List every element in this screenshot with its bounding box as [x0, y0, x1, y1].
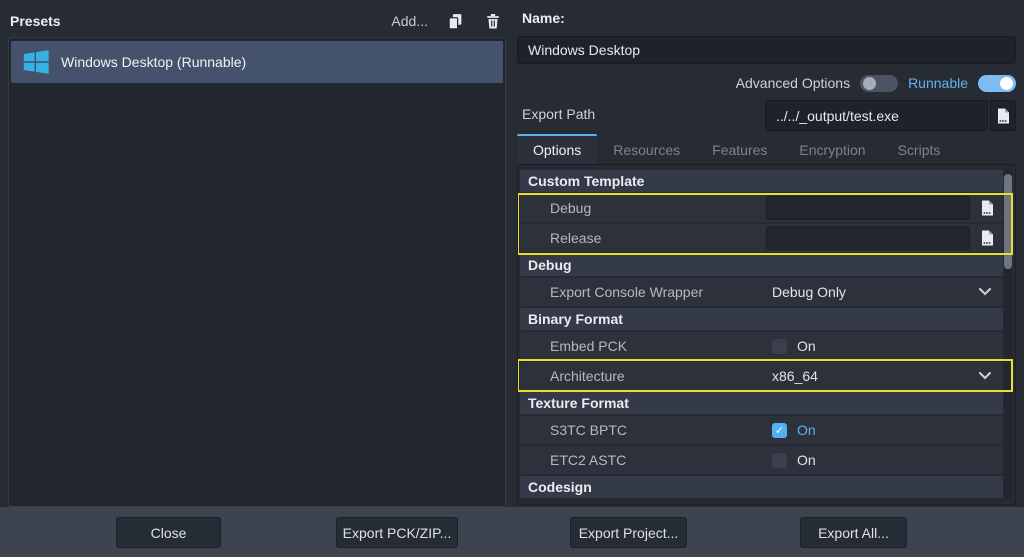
property-label: Release — [550, 230, 601, 246]
release-template-input[interactable] — [766, 226, 970, 250]
section-header-label: Texture Format — [528, 395, 629, 411]
delete-preset-button[interactable] — [482, 10, 504, 32]
tab-encryption[interactable]: Encryption — [783, 134, 881, 164]
section-header-label: Binary Format — [528, 311, 623, 327]
windows-logo-icon — [21, 47, 51, 77]
toggles-row: Advanced Options Runnable — [736, 70, 1016, 96]
section-header-debug: Debug — [520, 254, 1003, 276]
runnable-toggle[interactable] — [978, 75, 1016, 92]
section-header-custom-template: Custom Template — [520, 170, 1003, 192]
property-label: Debug — [550, 200, 591, 216]
export-path-browse-button[interactable] — [990, 100, 1016, 131]
property-row-release-template: Release — [520, 224, 1003, 252]
preset-detail-panel: Name: Advanced Options Runnable Export P… — [517, 0, 1016, 507]
preset-item-label: Windows Desktop (Runnable) — [61, 54, 246, 70]
dropdown-value: x86_64 — [772, 368, 818, 384]
export-path-label: Export Path — [522, 106, 595, 122]
export-pck-zip-button[interactable]: Export PCK/ZIP... — [336, 517, 458, 548]
property-label: Export Console Wrapper — [550, 284, 703, 300]
section-header-binary-format: Binary Format — [520, 308, 1003, 330]
presets-title: Presets — [10, 13, 61, 29]
toggle-knob — [863, 77, 876, 90]
export-dialog: Presets Add... — [0, 0, 1024, 557]
tab-resources[interactable]: Resources — [597, 134, 696, 164]
tab-bar: Options Resources Features Encryption Sc… — [517, 134, 1016, 164]
trash-icon — [485, 13, 501, 30]
dropdown-value: Debug Only — [772, 284, 846, 300]
export-path-row: Export Path — [517, 100, 1016, 131]
name-label: Name: — [522, 10, 565, 26]
advanced-options-label: Advanced Options — [736, 75, 850, 91]
property-row-debug-template: Debug — [520, 194, 1003, 222]
section-header-label: Codesign — [528, 479, 592, 495]
options-panel: Custom Template Debug — [517, 164, 1016, 505]
property-row-etc2-astc: ETC2 ASTC On — [520, 446, 1003, 474]
export-project-button[interactable]: Export Project... — [570, 517, 687, 548]
export-all-button[interactable]: Export All... — [800, 517, 907, 548]
name-input[interactable] — [517, 36, 1016, 64]
property-row-architecture[interactable]: Architecture x86_64 — [520, 362, 1003, 390]
toggle-knob — [1000, 77, 1013, 90]
property-row-s3tc-bptc: S3TC BPTC ✓ On — [520, 416, 1003, 444]
checkbox-value: On — [797, 422, 816, 438]
close-button[interactable]: Close — [116, 517, 221, 548]
property-label: ETC2 ASTC — [550, 452, 626, 468]
release-template-browse-button[interactable] — [973, 226, 1001, 250]
property-row-embed-pck: Embed PCK On — [520, 332, 1003, 360]
property-row-export-console-wrapper[interactable]: Export Console Wrapper Debug Only — [520, 278, 1003, 306]
options-list: Custom Template Debug — [520, 170, 1003, 498]
dialog-footer: Close Export PCK/ZIP... Export Project..… — [0, 507, 1024, 557]
checkbox-value: On — [797, 338, 816, 354]
file-icon — [980, 200, 994, 216]
property-label: S3TC BPTC — [550, 422, 627, 438]
export-path-input[interactable] — [765, 100, 988, 131]
duplicate-preset-button[interactable] — [444, 10, 466, 32]
section-header-label: Debug — [528, 257, 572, 273]
checkbox-value: On — [797, 452, 816, 468]
section-header-label: Custom Template — [528, 173, 644, 189]
debug-template-input[interactable] — [766, 196, 970, 220]
scrollbar-thumb[interactable] — [1004, 174, 1012, 269]
tab-options[interactable]: Options — [517, 134, 597, 164]
preset-item-windows-desktop[interactable]: Windows Desktop (Runnable) — [11, 41, 503, 83]
file-icon — [996, 108, 1010, 124]
s3tc-bptc-checkbox[interactable]: ✓ — [772, 423, 787, 438]
section-header-texture-format: Texture Format — [520, 392, 1003, 414]
debug-template-browse-button[interactable] — [973, 196, 1001, 220]
embed-pck-checkbox[interactable] — [772, 339, 787, 354]
runnable-label: Runnable — [908, 75, 968, 91]
property-label: Architecture — [550, 368, 625, 384]
file-icon — [980, 230, 994, 246]
advanced-options-toggle[interactable] — [860, 75, 898, 92]
section-header-codesign: Codesign — [520, 476, 1003, 498]
presets-list: Windows Desktop (Runnable) — [8, 37, 506, 507]
etc2-astc-checkbox[interactable] — [772, 453, 787, 468]
tab-features[interactable]: Features — [696, 134, 783, 164]
property-label: Embed PCK — [550, 338, 627, 354]
presets-panel: Presets Add... — [0, 0, 512, 507]
add-preset-button[interactable]: Add... — [391, 13, 428, 29]
copy-icon — [447, 13, 464, 30]
chevron-down-icon — [979, 372, 991, 380]
tab-scripts[interactable]: Scripts — [882, 134, 957, 164]
presets-header: Presets Add... — [10, 8, 504, 34]
chevron-down-icon — [979, 288, 991, 296]
